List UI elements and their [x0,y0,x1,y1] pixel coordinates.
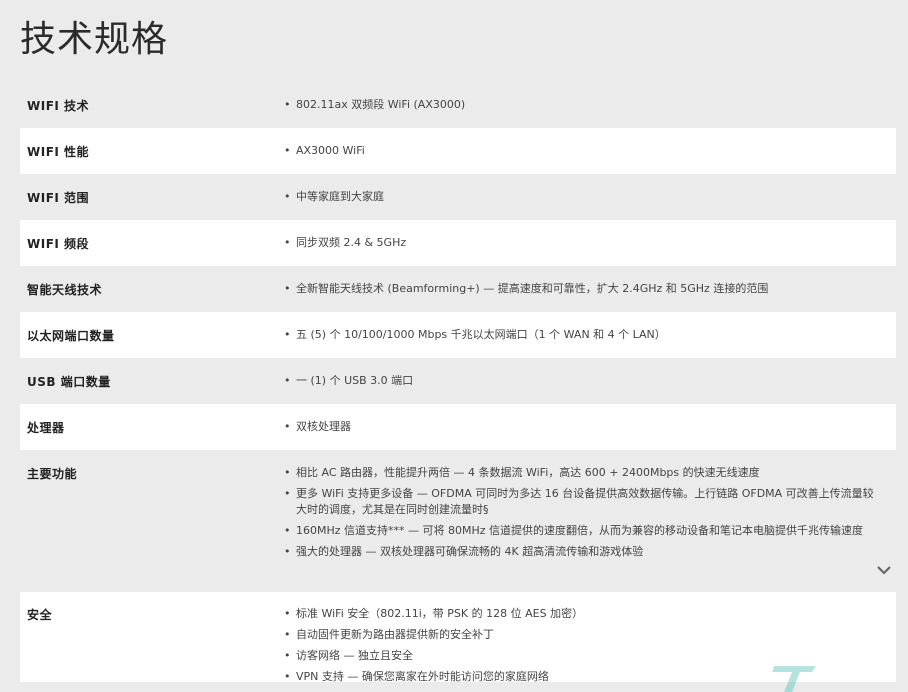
logo-mark-icon [772,666,816,692]
spec-value: 双核处理器 [284,419,884,435]
spec-row-ethernet: 以太网端口数量 五 (5) 个 10/100/1000 Mbps 千兆以太网端口… [20,312,896,358]
spec-value: AX3000 WiFi [284,143,884,159]
spec-label: USB 端口数量 [27,375,111,389]
spec-label: 主要功能 [27,467,78,481]
spec-values: 相比 AC 路由器，性能提升两倍 — 4 条数据流 WiFi，高达 600 + … [284,465,884,565]
spec-value: 一 (1) 个 USB 3.0 端口 [284,373,884,389]
spec-row-usb: USB 端口数量 一 (1) 个 USB 3.0 端口 [20,358,896,404]
spec-value: 160MHz 信道支持*** — 可将 80MHz 信道提供的速度翻倍，从而为兼… [284,523,884,539]
spec-label: 安全 [27,608,53,622]
spec-label: 以太网端口数量 [27,329,115,343]
spec-value: 相比 AC 路由器，性能提升两倍 — 4 条数据流 WiFi，高达 600 + … [284,465,884,481]
spec-row-wifi-band: WIFI 频段 同步双频 2.4 & 5GHz [20,220,896,266]
spec-page: 技术规格 WIFI 技术 802.11ax 双频段 WiFi (AX3000) … [0,0,908,692]
spec-value: 五 (5) 个 10/100/1000 Mbps 千兆以太网端口（1 个 WAN… [284,327,884,343]
spec-table: WIFI 技术 802.11ax 双频段 WiFi (AX3000) WIFI … [20,82,896,685]
spec-values: 802.11ax 双频段 WiFi (AX3000) [284,97,884,118]
spec-value: 同步双频 2.4 & 5GHz [284,235,884,251]
spec-value: 全新智能天线技术 (Beamforming+) — 提高速度和可靠性，扩大 2.… [284,281,884,297]
spec-row-security: 安全 标准 WiFi 安全（802.11i，带 PSK 的 128 位 AES … [20,592,896,685]
spec-values: 一 (1) 个 USB 3.0 端口 [284,373,884,394]
spec-label: WIFI 频段 [27,237,90,251]
spec-row-processor: 处理器 双核处理器 [20,404,896,450]
spec-values: 五 (5) 个 10/100/1000 Mbps 千兆以太网端口（1 个 WAN… [284,327,884,348]
spec-value: 802.11ax 双频段 WiFi (AX3000) [284,97,884,113]
spec-values: 中等家庭到大家庭 [284,189,884,210]
spec-row-wifi-range: WIFI 范围 中等家庭到大家庭 [20,174,896,220]
spec-label: WIFI 范围 [27,191,90,205]
watermark-logo [770,660,900,692]
spec-row-antenna: 智能天线技术 全新智能天线技术 (Beamforming+) — 提高速度和可靠… [20,266,896,312]
spec-label: WIFI 性能 [27,145,90,159]
spec-values: 全新智能天线技术 (Beamforming+) — 提高速度和可靠性，扩大 2.… [284,281,884,302]
spec-value: 标准 WiFi 安全（802.11i，带 PSK 的 128 位 AES 加密） [284,606,884,622]
spec-row-wifi-performance: WIFI 性能 AX3000 WiFi [20,128,896,174]
spec-value: 自动固件更新为路由器提供新的安全补丁 [284,627,884,643]
chevron-down-icon[interactable] [876,562,892,578]
spec-value: 更多 WiFi 支持更多设备 — OFDMA 可同时为多达 16 台设备提供高效… [284,486,884,518]
spec-label: 处理器 [27,421,65,435]
spec-values: 双核处理器 [284,419,884,440]
spec-label: 智能天线技术 [27,283,103,297]
spec-row-features: 主要功能 相比 AC 路由器，性能提升两倍 — 4 条数据流 WiFi，高达 6… [20,450,896,592]
spec-label: WIFI 技术 [27,99,90,113]
spec-row-wifi-tech: WIFI 技术 802.11ax 双频段 WiFi (AX3000) [20,82,896,128]
page-title: 技术规格 [20,19,169,60]
spec-value: 中等家庭到大家庭 [284,189,884,205]
spec-values: AX3000 WiFi [284,143,884,164]
spec-values: 同步双频 2.4 & 5GHz [284,235,884,256]
spec-value: 强大的处理器 — 双核处理器可确保流畅的 4K 超高清流传输和游戏体验 [284,544,884,560]
